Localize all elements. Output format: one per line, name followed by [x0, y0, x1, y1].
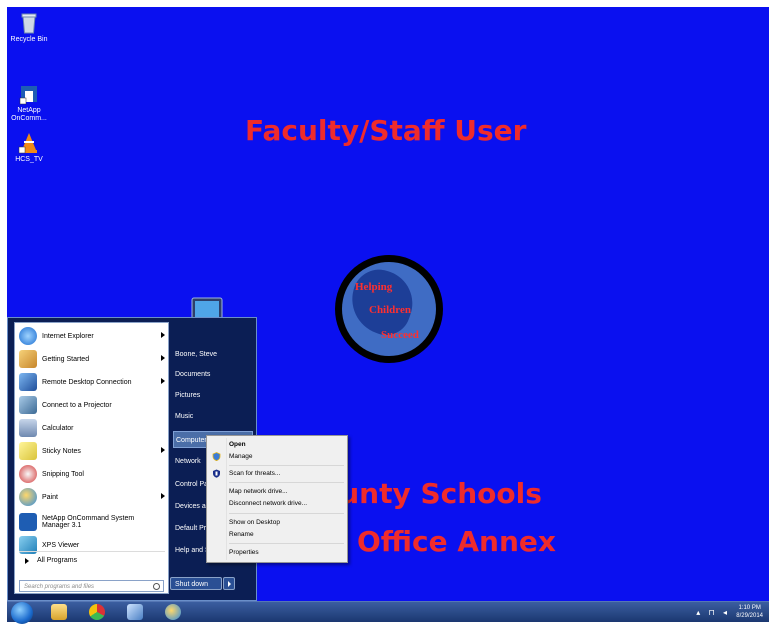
program-label: NetApp OnCommand System Manager 3.1	[42, 515, 135, 529]
all-programs-button[interactable]: All Programs	[21, 557, 161, 564]
antivirus-icon	[212, 469, 221, 478]
context-menu-disconnect-drive[interactable]: Disconnect network drive...	[229, 499, 307, 509]
desktop-icon-netapp[interactable]: NetApp OnComm...	[7, 83, 51, 123]
program-label: Calculator	[42, 424, 74, 432]
program-label: Snipping Tool	[42, 470, 84, 478]
shield-icon	[212, 452, 221, 462]
paint-icon[interactable]	[165, 604, 181, 620]
wallpaper-line-1: ounty Schools	[320, 477, 542, 510]
network-connect-icon[interactable]	[127, 604, 143, 620]
context-menu-separator	[229, 513, 344, 514]
taskbar: ▴ ⊓ ◂ 1:10 PM 8/29/2014	[7, 601, 769, 624]
start-orb-icon[interactable]	[11, 602, 33, 624]
search-placeholder: Search programs and files	[24, 584, 95, 590]
place-documents[interactable]: Documents	[173, 366, 253, 383]
program-label: XPS Viewer	[42, 541, 80, 549]
shutdown-options-arrow-icon[interactable]	[223, 577, 235, 590]
context-menu: Open Manage Scan for threats... Map netw…	[206, 435, 348, 563]
context-menu-scan[interactable]: Scan for threats...	[229, 469, 280, 479]
paint-icon	[19, 488, 37, 506]
separator	[19, 551, 165, 552]
shutdown-button[interactable]: Shut down	[170, 577, 235, 590]
search-icon[interactable]	[153, 583, 160, 590]
sticky-notes-icon	[19, 442, 37, 460]
logo-motto-3: Succeed	[381, 329, 419, 341]
logo-motto-1: Helping	[355, 281, 393, 293]
wallpaper-title: Faculty/Staff User	[245, 114, 527, 147]
program-label: Remote Desktop Connection	[42, 378, 132, 386]
taskbar-clock[interactable]: 1:10 PM 8/29/2014	[736, 604, 763, 620]
program-label: Paint	[42, 493, 58, 501]
desktop-icon-recycle-bin[interactable]: Recycle Bin	[7, 12, 51, 44]
program-snipping-tool[interactable]: Snipping Tool	[19, 463, 167, 485]
program-label: Getting Started	[42, 355, 90, 363]
netapp-icon	[18, 83, 40, 105]
shutdown-label: Shut down	[175, 581, 209, 588]
context-menu-manage[interactable]: Manage	[229, 452, 253, 462]
desktop-icon-label: HCS_TV	[15, 156, 43, 163]
wallpaper-line-2: Office Annex	[357, 525, 556, 558]
remote-desktop-icon	[19, 373, 37, 391]
internet-explorer-icon	[19, 327, 37, 345]
program-internet-explorer[interactable]: Internet Explorer	[19, 325, 167, 347]
projector-icon	[19, 396, 37, 414]
place-music[interactable]: Music	[173, 408, 253, 425]
netapp-icon	[19, 513, 37, 531]
context-menu-rename[interactable]: Rename	[229, 530, 254, 540]
program-label: Internet Explorer	[42, 332, 94, 340]
program-sticky-notes[interactable]: Sticky Notes	[19, 440, 167, 462]
program-netapp[interactable]: NetApp OnCommand System Manager 3.1	[19, 509, 167, 535]
program-paint[interactable]: Paint	[19, 486, 167, 508]
clock-date: 8/29/2014	[736, 613, 763, 619]
all-programs-label: All Programs	[37, 557, 78, 564]
program-getting-started[interactable]: Getting Started	[19, 348, 167, 370]
desktop-icon-hcs-tv[interactable]: HCS_TV	[7, 132, 51, 164]
search-input[interactable]: Search programs and files	[19, 580, 164, 592]
submenu-arrow-icon[interactable]	[161, 355, 165, 361]
desktop-icon-label: Recycle Bin	[10, 36, 48, 43]
logo-motto-2: Children	[369, 304, 411, 316]
tray-network-icon[interactable]: ⊓	[709, 608, 715, 617]
context-menu-map-drive[interactable]: Map network drive...	[229, 487, 288, 497]
vlc-icon	[18, 132, 40, 154]
context-menu-separator	[229, 465, 344, 466]
recycle-bin-icon	[18, 12, 40, 34]
submenu-arrow-icon[interactable]	[161, 332, 165, 338]
context-menu-show-on-desktop[interactable]: Show on Desktop	[229, 518, 280, 528]
tray-volume-icon[interactable]: ◂	[723, 608, 727, 617]
calculator-icon	[19, 419, 37, 437]
getting-started-icon	[19, 350, 37, 368]
context-menu-open[interactable]: Open	[229, 440, 246, 450]
context-menu-separator	[229, 543, 344, 544]
context-menu-properties[interactable]: Properties	[229, 548, 259, 558]
submenu-arrow-icon[interactable]	[161, 493, 165, 499]
submenu-arrow-icon[interactable]	[161, 447, 165, 453]
start-menu-programs-pane: Internet Explorer Getting Started Remote…	[14, 322, 169, 594]
place-pictures[interactable]: Pictures	[173, 387, 253, 404]
program-xps-viewer[interactable]: XPS Viewer	[19, 534, 167, 556]
context-menu-gutter	[226, 438, 227, 560]
all-programs-arrow-icon	[25, 557, 29, 564]
program-calculator[interactable]: Calculator	[19, 417, 167, 439]
program-remote-desktop[interactable]: Remote Desktop Connection	[19, 371, 167, 393]
program-label: Connect to a Projector	[42, 401, 112, 409]
program-connect-projector[interactable]: Connect to a Projector	[19, 394, 167, 416]
system-tray[interactable]: ▴ ⊓ ◂	[696, 608, 727, 617]
explorer-icon[interactable]	[51, 604, 67, 620]
desktop-icon-label: NetApp OnComm...	[11, 107, 47, 122]
school-logo: Helping Children Succeed	[335, 255, 443, 363]
tray-arrow-icon[interactable]: ▴	[696, 608, 700, 617]
submenu-arrow-icon[interactable]	[161, 378, 165, 384]
snipping-tool-icon	[19, 465, 37, 483]
context-menu-separator	[229, 482, 344, 483]
chrome-icon[interactable]	[89, 604, 105, 620]
clock-time: 1:10 PM	[738, 605, 761, 611]
program-label: Sticky Notes	[42, 447, 81, 455]
place-user[interactable]: Boone, Steve	[173, 346, 253, 363]
